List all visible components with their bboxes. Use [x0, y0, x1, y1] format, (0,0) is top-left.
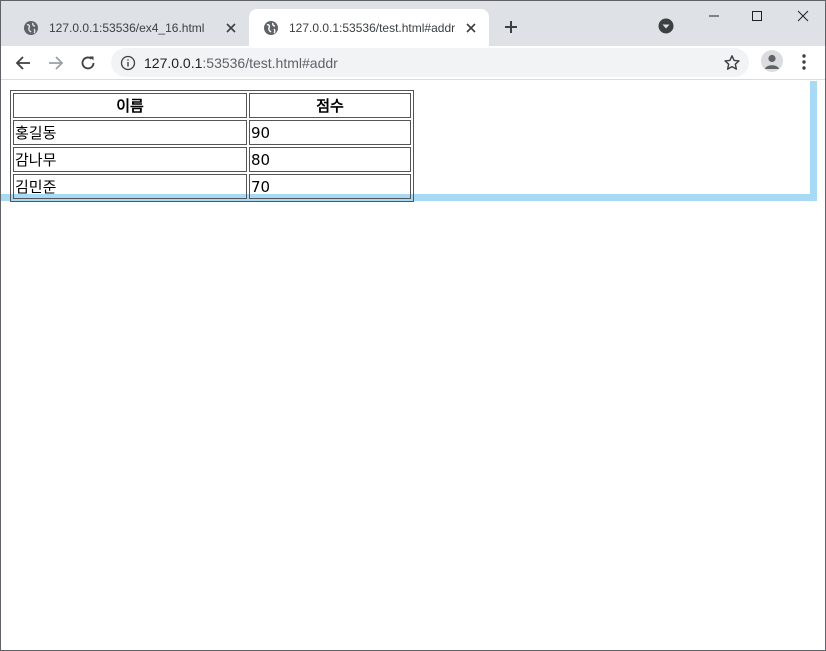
person-icon: [765, 54, 779, 69]
back-button[interactable]: [10, 50, 36, 76]
cell-name: 김민준: [13, 174, 247, 199]
cell-score: 90: [249, 120, 411, 145]
tab-strip: 127.0.0.1:53536/ex4_16.html 127.0.0.1:53…: [1, 1, 825, 46]
browser-toolbar: 127.0.0.1:53536/test.html#addr: [1, 46, 825, 80]
url-host: 127.0.0.1: [144, 54, 203, 71]
table-row: 김민준 70: [13, 174, 411, 199]
star-icon[interactable]: [723, 54, 741, 72]
new-tab-button[interactable]: [499, 15, 523, 39]
table-header-row: 이름 점수: [13, 93, 411, 118]
tab-title: 127.0.0.1:53536/ex4_16.html: [49, 20, 205, 35]
tab-title: 127.0.0.1:53536/test.html#addr: [289, 20, 456, 35]
column-header-score: 점수: [249, 93, 411, 118]
cell-name: 감나무: [13, 147, 247, 172]
info-icon[interactable]: [120, 55, 136, 71]
close-icon[interactable]: [461, 18, 481, 38]
reload-button[interactable]: [75, 50, 101, 76]
globe-icon: [264, 20, 278, 35]
forward-button[interactable]: [43, 50, 69, 76]
close-icon[interactable]: [221, 18, 241, 38]
arrow-right-icon: [49, 56, 64, 70]
globe-icon: [24, 20, 38, 35]
cell-score: 80: [249, 147, 411, 172]
close-window-button[interactable]: [780, 1, 825, 31]
kebab-menu-icon[interactable]: [795, 52, 813, 72]
dropdown-circle-icon[interactable]: [657, 17, 675, 35]
url-path: :53536/test.html#addr: [202, 54, 338, 71]
profile-button[interactable]: [761, 50, 783, 72]
column-header-name: 이름: [13, 93, 247, 118]
score-table: 이름 점수 홍길동 90 감나무 80 김민준 70: [10, 90, 414, 202]
tab-test-addr[interactable]: 127.0.0.1:53536/test.html#addr: [249, 9, 489, 46]
reload-icon: [81, 56, 95, 70]
arrow-left-icon: [15, 56, 30, 70]
table-row: 감나무 80: [13, 147, 411, 172]
minimize-icon: [709, 15, 719, 17]
maximize-button[interactable]: [734, 1, 780, 31]
browser-window: 127.0.0.1:53536/ex4_16.html 127.0.0.1:53…: [0, 0, 826, 651]
table-row: 홍길동 90: [13, 120, 411, 145]
close-icon: [797, 10, 809, 22]
cell-name: 홍길동: [13, 120, 247, 145]
cell-score: 70: [249, 174, 411, 199]
url-text[interactable]: 127.0.0.1:53536/test.html#addr: [144, 55, 338, 71]
address-bar[interactable]: 127.0.0.1:53536/test.html#addr: [111, 48, 749, 77]
plus-icon: [505, 21, 517, 33]
tab-ex4-16[interactable]: 127.0.0.1:53536/ex4_16.html: [9, 9, 249, 46]
minimize-button[interactable]: [691, 1, 737, 31]
page-viewport: 이름 점수 홍길동 90 감나무 80 김민준 70: [1, 81, 825, 650]
maximize-icon: [752, 11, 762, 21]
